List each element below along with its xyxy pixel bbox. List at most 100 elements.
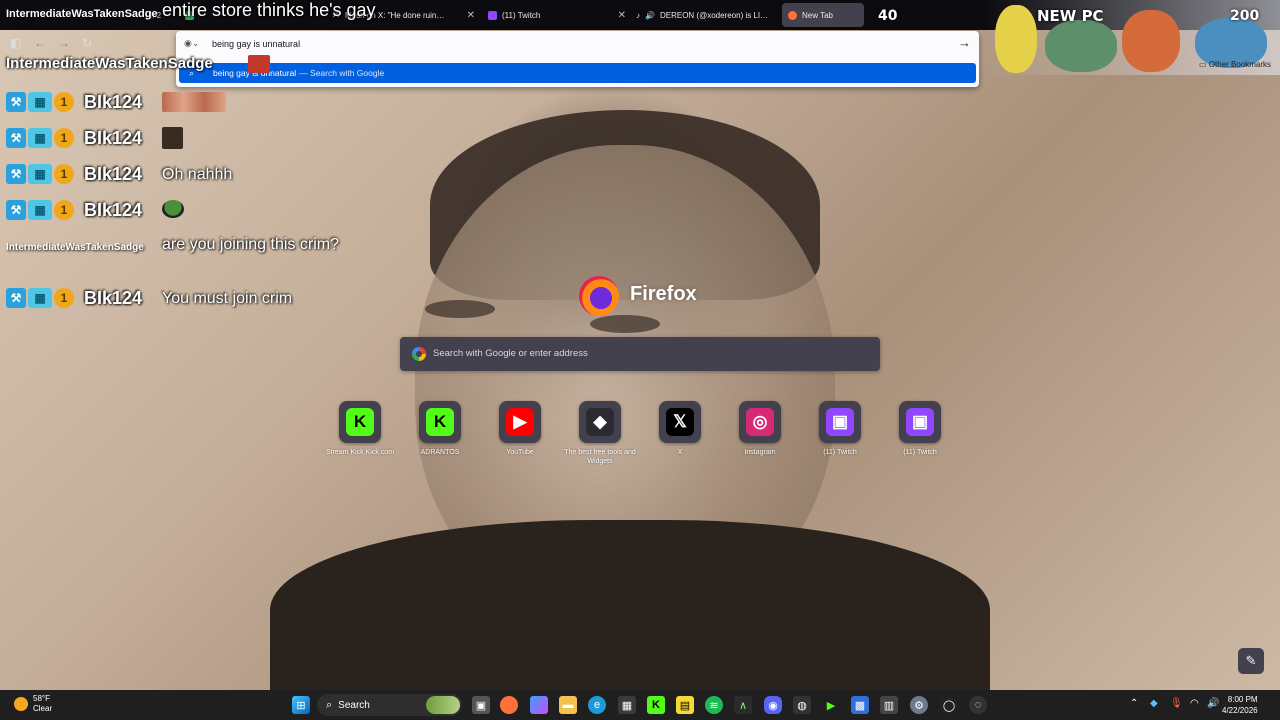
- weather-desc: Clear: [33, 704, 53, 713]
- shortcut-tile-frame: ◆: [579, 401, 621, 443]
- firefox-wordmark: Firefox: [630, 283, 697, 305]
- file-explorer-icon[interactable]: ▬: [559, 696, 577, 714]
- start-icon[interactable]: ⊞: [292, 696, 310, 714]
- wrench-badge-icon: ⚒: [6, 164, 26, 184]
- app-icon-4[interactable]: ◯: [940, 696, 958, 714]
- coin-badge-icon: 1: [54, 128, 74, 148]
- discord-icon[interactable]: ◉: [764, 696, 782, 714]
- wallpaper-eye-right: [590, 315, 660, 333]
- kick-icon[interactable]: K: [647, 696, 665, 714]
- shortcut-tile[interactable]: ◆ The best free tools and Widgets: [560, 401, 640, 466]
- tiktok-icon: ♪: [636, 10, 640, 20]
- wrench-badge-icon: ⚒: [6, 92, 26, 112]
- sidebar-toggle-icon[interactable]: ◧: [10, 36, 21, 50]
- taskbar-search-label: Search: [338, 699, 370, 711]
- firefox-logo-icon: [579, 276, 619, 316]
- chat-message: are you joining this crim?: [162, 236, 339, 253]
- copilot-icon[interactable]: [530, 696, 548, 714]
- tab-label: DEREON (@xodereon) is LI…: [659, 10, 769, 20]
- shortcut-tile[interactable]: K Stream Kick Kick.com: [320, 401, 400, 466]
- app-icon-2[interactable]: ▩: [851, 696, 869, 714]
- coin-badge-icon: 1: [54, 200, 74, 220]
- app-icon-5[interactable]: ◌: [969, 696, 987, 714]
- tab-label: (11) Twitch: [502, 10, 541, 20]
- other-bookmarks[interactable]: ▭ Other Bookmarks: [1199, 60, 1271, 69]
- edit-pencil-icon[interactable]: ✎: [1238, 648, 1264, 674]
- newtab-search-input[interactable]: Search with Google or enter address: [400, 337, 880, 371]
- chat-row: ⚒ ▦ 1 BIk124: [6, 196, 142, 224]
- close-icon[interactable]: ✕: [618, 10, 626, 21]
- weather-icon: [14, 697, 28, 711]
- shortcut-tile[interactable]: 𝕏X: [640, 401, 720, 466]
- chat-top-message: entire store thinks he's gay: [162, 0, 376, 20]
- coin-badge-icon: 1: [54, 92, 74, 112]
- microphone-icon[interactable]: 🎙: [1170, 698, 1183, 709]
- media-player-icon[interactable]: ▶: [822, 696, 840, 714]
- shortcut-tile[interactable]: ▶ YouTube: [480, 401, 560, 466]
- arrow-right-icon[interactable]: →: [958, 35, 971, 50]
- suggestion-hint: — Search with Google: [299, 68, 385, 78]
- kick-icon: K: [426, 408, 454, 436]
- shortcut-label: (11) Twitch: [903, 449, 937, 456]
- chat-emote: [162, 92, 226, 112]
- settings-icon[interactable]: ⚙: [910, 696, 928, 714]
- firefox-taskbar-icon[interactable]: [500, 696, 518, 714]
- shortcut-label: YouTube: [506, 449, 534, 456]
- tab-new-tab[interactable]: New Tab: [782, 3, 864, 27]
- search-engine-icon[interactable]: ◉⌄: [184, 38, 204, 50]
- coin-badge-icon: 1: [54, 288, 74, 308]
- glyph-badge-icon: ▦: [28, 288, 52, 308]
- app-icon-3[interactable]: ▥: [880, 696, 898, 714]
- sticky-notes-icon[interactable]: ▤: [676, 696, 694, 714]
- chat-username: BIk124: [84, 163, 143, 184]
- chat-row: ⚒ ▦ 1 BIk124: [6, 284, 142, 312]
- taskbar-search[interactable]: ⌕ Search: [317, 694, 462, 716]
- forward-icon[interactable]: →: [58, 36, 70, 50]
- shortcut-tile-frame: K: [419, 401, 461, 443]
- overlay-counter-a: 40: [878, 8, 898, 24]
- shield-icon[interactable]: ◆: [1150, 698, 1158, 709]
- shortcut-tile-frame: ▣: [819, 401, 861, 443]
- store-icon[interactable]: ▦: [618, 696, 636, 714]
- tab-4[interactable]: ♪ 🔊 DEREON (@xodereon) is LI… ✕: [636, 3, 774, 27]
- search-icon: ⌕: [326, 698, 333, 711]
- weather-widget[interactable]: 58°F Clear: [14, 694, 52, 714]
- coin-badge-icon: 1: [54, 164, 74, 184]
- shortcut-label: Instagram: [744, 449, 776, 456]
- chevron-up-icon[interactable]: ⌃: [1130, 698, 1138, 709]
- glyph-badge-icon: ▦: [28, 200, 52, 220]
- chat-message: You must join crim: [162, 290, 293, 307]
- wrench-badge-icon: ⚒: [6, 128, 26, 148]
- close-icon[interactable]: ✕: [773, 10, 774, 21]
- clock[interactable]: 8:00 PM 4/22/2026: [1222, 694, 1258, 716]
- volume-icon[interactable]: 🔊: [1207, 698, 1219, 709]
- glyph-badge-icon: ▦: [28, 128, 52, 148]
- firefox-icon: [788, 10, 797, 20]
- close-icon[interactable]: ✕: [467, 10, 475, 21]
- shortcut-label: Stream Kick Kick.com: [325, 449, 395, 456]
- shortcut-tile[interactable]: ◎ Instagram: [720, 401, 800, 466]
- back-icon[interactable]: ←: [34, 36, 46, 50]
- shortcut-tile[interactable]: K ADRANTOS: [400, 401, 480, 466]
- glyph-badge-icon: ▦: [28, 164, 52, 184]
- twitch-icon: ▣: [906, 408, 934, 436]
- spotify-icon[interactable]: ≋: [705, 696, 723, 714]
- search-suggestion[interactable]: ⌕ being gay is unnatural — Search with G…: [179, 63, 976, 83]
- shortcut-tile[interactable]: ▣ (11) Twitch: [800, 401, 880, 466]
- shortcut-tile-frame: ▶: [499, 401, 541, 443]
- kick-icon: K: [346, 408, 374, 436]
- obs-icon[interactable]: ◍: [793, 696, 811, 714]
- wifi-icon[interactable]: ◠: [1190, 698, 1199, 709]
- tab-label: New Tab: [802, 10, 833, 20]
- tab-3[interactable]: (11) Twitch ✕: [488, 3, 626, 27]
- shortcut-tile-frame: K: [339, 401, 381, 443]
- instagram-icon: ◎: [746, 408, 774, 436]
- task-view-icon[interactable]: ▣: [472, 696, 490, 714]
- shortcut-tile[interactable]: ▣ (11) Twitch: [880, 401, 960, 466]
- edge-icon[interactable]: e: [588, 696, 606, 714]
- overlay-counter-b: 200: [1230, 8, 1260, 24]
- app-icon[interactable]: ∧: [734, 696, 752, 714]
- address-input[interactable]: being gay is unnatural: [212, 39, 300, 49]
- wrench-badge-icon: ⚒: [6, 200, 26, 220]
- reload-icon[interactable]: ↻: [82, 36, 92, 50]
